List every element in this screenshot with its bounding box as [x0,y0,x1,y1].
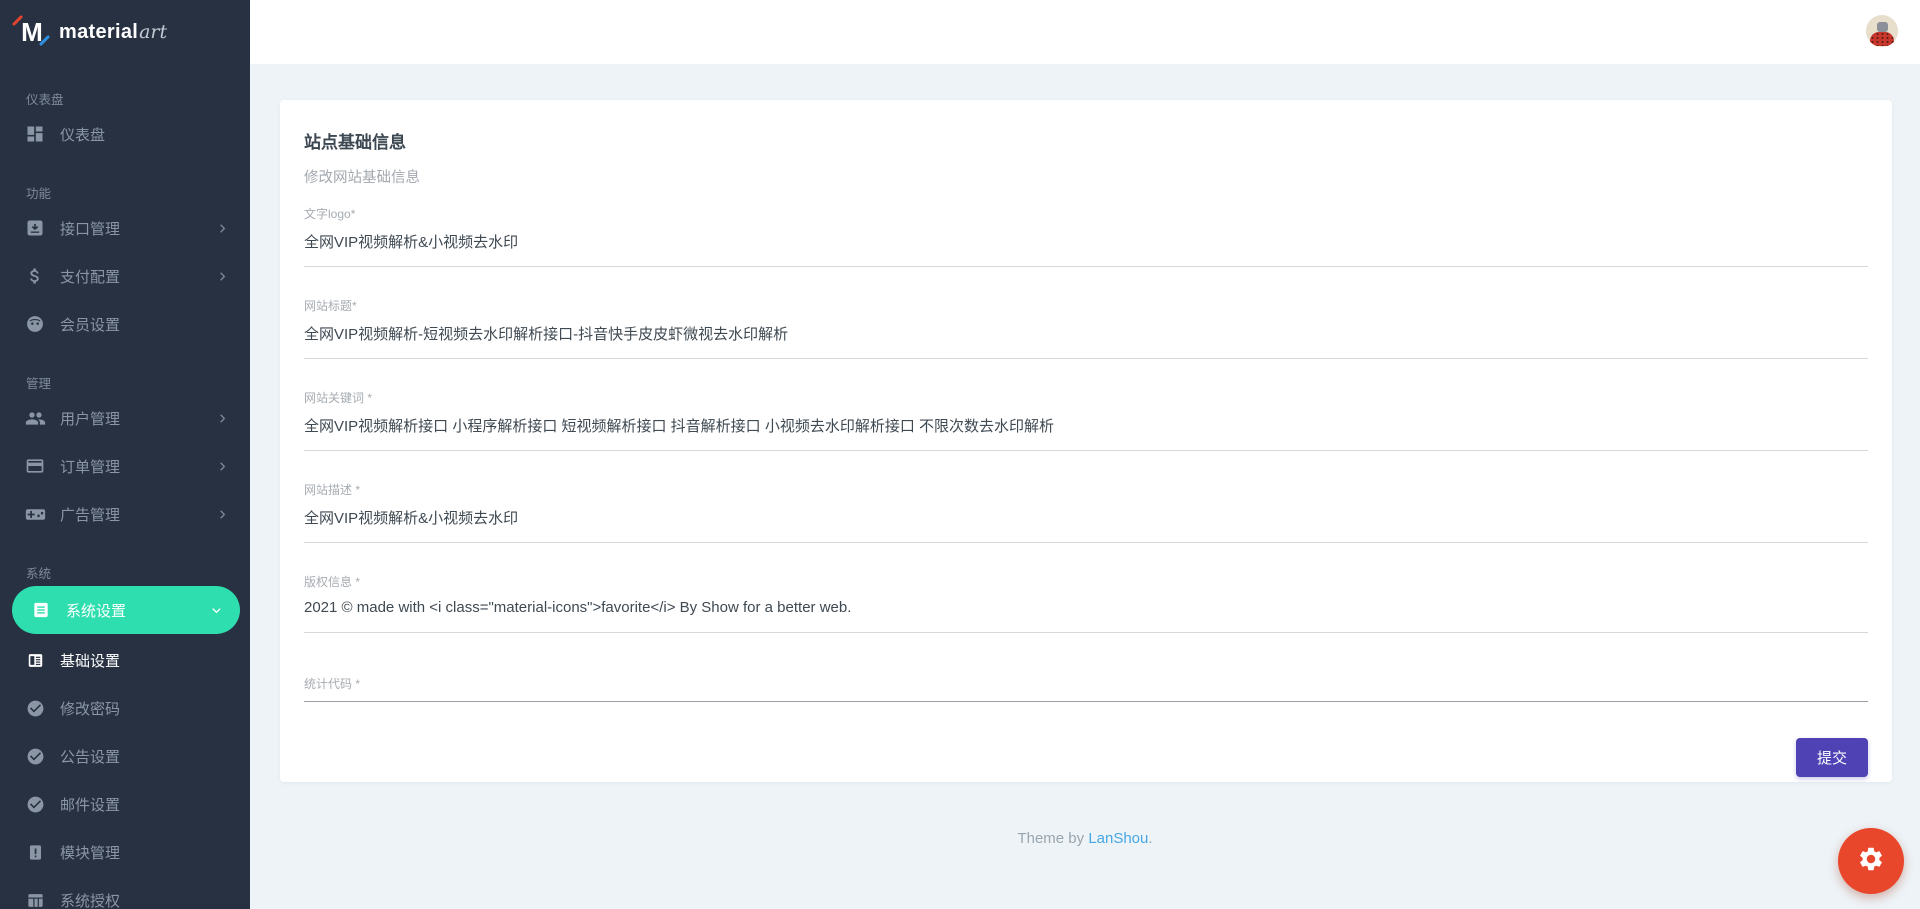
main-content: 站点基础信息 修改网站基础信息 文字logo* 全网VIP视频解析&小视频去水印… [250,64,1920,909]
site-basic-info-card: 站点基础信息 修改网站基础信息 文字logo* 全网VIP视频解析&小视频去水印… [280,100,1892,782]
order-card-icon [24,455,46,477]
copyright-label: 版权信息 * [304,575,361,589]
sidebar-item-payment-config[interactable]: 支付配置 [0,252,250,300]
text-logo-input[interactable]: 全网VIP视频解析&小视频去水印 [304,231,1868,252]
sidebar-section-management: 管理 [26,377,52,391]
sidebar-subitem-mail-settings[interactable]: 邮件设置 [0,780,250,828]
system-list-icon [30,599,52,621]
copyright-input[interactable]: 2021 © made with <i class="material-icon… [304,599,1868,618]
settings-fab-button[interactable] [1838,828,1904,894]
sidebar-subitem-announcement-settings[interactable]: 公告设置 [0,732,250,780]
check-circle-icon [24,793,46,815]
ad-gamepad-icon [24,503,46,525]
chevron-right-icon [215,507,230,522]
sidebar-item-user-management[interactable]: 用户管理 [0,394,250,442]
submit-button[interactable]: 提交 [1795,738,1868,777]
card-title: 站点基础信息 [304,133,406,152]
license-grid-icon [24,889,46,909]
site-title-label: 网站标题* [304,299,357,313]
theme-author-link[interactable]: LanShou [1088,830,1148,847]
chevron-right-icon [215,221,230,236]
input-underline [304,632,1868,633]
sidebar-subitem-system-license[interactable]: 系统授权 [0,876,250,909]
brand-name: material art [59,20,168,43]
sidebar-item-ad-management[interactable]: 广告管理 [0,490,250,538]
text-logo-label: 文字logo* [304,207,356,221]
field-group-site-keywords: 网站关键词 * 全网VIP视频解析接口 小程序解析接口 短视频解析接口 抖音解析… [304,389,1868,451]
input-underline [304,450,1868,451]
chevron-right-icon [215,411,230,426]
users-icon [24,407,46,429]
site-description-label: 网站描述 * [304,483,361,497]
reader-icon [24,649,46,671]
chevron-down-icon [209,603,224,618]
site-description-input[interactable]: 全网VIP视频解析&小视频去水印 [304,507,1868,528]
sidebar-subitem-change-password[interactable]: 修改密码 [0,684,250,732]
app-logo[interactable]: M material art [0,0,250,64]
top-bar [250,0,1920,64]
sidebar: M material art 仪表盘 仪表盘 功能 接口管理 支付配置 会员设置… [0,0,250,909]
card-subtitle: 修改网站基础信息 [304,170,420,186]
module-box-icon [24,841,46,863]
api-box-icon [24,217,46,239]
field-group-analytics-code: 统计代码 * [304,675,1868,702]
sidebar-item-api-management[interactable]: 接口管理 [0,204,250,252]
brand-monogram-icon: M [11,14,51,48]
sidebar-item-member-settings[interactable]: 会员设置 [0,300,250,348]
footer-text: Theme by [1017,830,1089,847]
sidebar-section-dashboard: 仪表盘 [26,93,64,107]
gear-icon [1857,845,1885,878]
field-group-site-title: 网站标题* 全网VIP视频解析-短视频去水印解析接口-抖音快手皮皮虾微视去水印解… [304,297,1868,359]
avatar-head-shape [1876,22,1888,32]
member-face-icon [24,313,46,335]
user-avatar[interactable] [1866,15,1898,47]
sidebar-subitem-module-management[interactable]: 模块管理 [0,828,250,876]
submit-row: 提交 [304,738,1868,777]
sidebar-subitem-basic-settings[interactable]: 基础设置 [0,636,250,684]
analytics-code-input[interactable] [304,701,1868,702]
input-underline [304,266,1868,267]
dashboard-icon [24,123,46,145]
site-keywords-input[interactable]: 全网VIP视频解析接口 小程序解析接口 短视频解析接口 抖音解析接口 小视频去水… [304,415,1868,436]
chevron-right-icon [215,269,230,284]
footer-period: . [1148,830,1153,847]
check-circle-icon [24,745,46,767]
footer: Theme by LanShou. [250,830,1920,847]
input-underline [304,542,1868,543]
sidebar-item-order-management[interactable]: 订单管理 [0,442,250,490]
field-group-copyright: 版权信息 * 2021 © made with <i class="materi… [304,573,1868,633]
avatar-torso-shape [1870,32,1894,46]
sidebar-section-functions: 功能 [26,187,52,201]
check-circle-icon [24,697,46,719]
site-keywords-label: 网站关键词 * [304,391,373,405]
sidebar-item-system-settings[interactable]: 系统设置 [12,586,240,634]
sidebar-section-system: 系统 [26,567,52,581]
chevron-right-icon [215,459,230,474]
sidebar-item-dashboard[interactable]: 仪表盘 [0,110,250,158]
dollar-icon [24,265,46,287]
input-underline [304,358,1868,359]
site-title-input[interactable]: 全网VIP视频解析-短视频去水印解析接口-抖音快手皮皮虾微视去水印解析 [304,323,1868,344]
field-group-site-description: 网站描述 * 全网VIP视频解析&小视频去水印 [304,481,1868,543]
field-group-text-logo: 文字logo* 全网VIP视频解析&小视频去水印 [304,205,1868,267]
analytics-code-label: 统计代码 * [304,677,361,691]
